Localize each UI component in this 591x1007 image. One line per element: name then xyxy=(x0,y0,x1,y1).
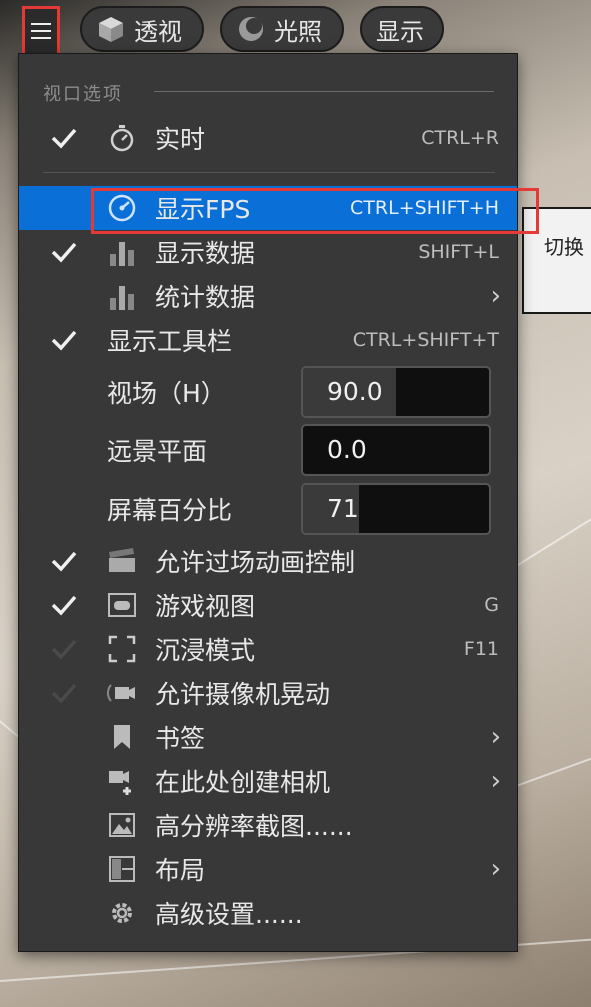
clapperboard-icon xyxy=(105,544,139,578)
menu-item-label: 高级设置...... xyxy=(155,900,303,929)
field-value: 90.0 xyxy=(327,377,383,406)
fov-input[interactable]: 90.0 xyxy=(301,366,491,418)
menu-item-label: 游戏视图 xyxy=(155,592,256,621)
field-label: 远景平面 xyxy=(107,437,208,466)
chevron-right-icon: › xyxy=(490,766,501,796)
cube-icon xyxy=(96,14,126,44)
shortcut-text: CTRL+SHIFT+T xyxy=(352,329,499,351)
menu-item-label: 显示数据 xyxy=(155,239,256,268)
field-row-screen-percentage: 屏幕百分比 71 xyxy=(19,483,517,535)
menu-item-high-res-screenshot[interactable]: 高分辨率截图...... xyxy=(19,803,517,847)
sphere-icon xyxy=(236,14,266,44)
shortcut-text: G xyxy=(484,594,499,616)
gamepad-icon xyxy=(105,588,139,622)
menu-item-label: 书签 xyxy=(155,724,206,753)
camera-shake-icon xyxy=(105,676,139,710)
bar-chart-icon xyxy=(105,279,139,313)
shortcut-text: F11 xyxy=(463,638,499,660)
image-icon xyxy=(105,808,139,842)
highlight-box xyxy=(91,188,539,234)
section-header: 视口选项 xyxy=(43,84,123,105)
section-divider xyxy=(154,91,494,92)
field-label: 屏幕百分比 xyxy=(107,496,233,525)
fullscreen-icon xyxy=(105,632,139,666)
menu-item-show-toolbar[interactable]: 显示工具栏 CTRL+SHIFT+T xyxy=(19,318,517,362)
add-camera-icon xyxy=(105,764,139,798)
lighting-button[interactable]: 光照 xyxy=(220,6,344,52)
tooltip-text: 切换 xyxy=(544,235,584,259)
viewport-options-menu-button[interactable] xyxy=(22,6,60,56)
check-icon xyxy=(47,544,81,578)
check-icon xyxy=(47,323,81,357)
menu-item-label: 沉浸模式 xyxy=(155,636,256,665)
layout-icon xyxy=(105,852,139,886)
hamburger-icon xyxy=(31,23,51,39)
menu-item-label: 允许过场动画控制 xyxy=(155,548,356,577)
menu-item-bookmarks[interactable]: 书签 › xyxy=(19,715,517,759)
viewport-toolbar: 透视 光照 显示 xyxy=(0,0,591,56)
show-label: 显示 xyxy=(376,17,424,46)
field-value: 71 xyxy=(327,494,359,523)
menu-item-label: 显示工具栏 xyxy=(107,327,233,356)
menu-item-advanced-settings[interactable]: 高级设置...... xyxy=(19,891,517,935)
menu-item-label: 高分辨率截图...... xyxy=(155,812,353,841)
chevron-right-icon: › xyxy=(490,281,501,311)
menu-item-label: 统计数据 xyxy=(155,283,256,312)
check-icon xyxy=(47,588,81,622)
divider xyxy=(43,172,495,173)
check-icon xyxy=(47,235,81,269)
menu-item-cinematic-control[interactable]: 允许过场动画控制 xyxy=(19,539,517,583)
menu-item-label: 布局 xyxy=(155,856,206,885)
bar-chart-icon xyxy=(105,235,139,269)
menu-item-camera-shake[interactable]: 允许摄像机晃动 xyxy=(19,671,517,715)
field-value: 0.0 xyxy=(327,435,367,464)
menu-item-immersive-mode[interactable]: 沉浸模式 F11 xyxy=(19,627,517,671)
perspective-label: 透视 xyxy=(134,17,182,46)
menu-item-realtime[interactable]: 实时 CTRL+R xyxy=(19,116,517,160)
stopwatch-icon xyxy=(105,121,139,155)
perspective-button[interactable]: 透视 xyxy=(80,6,204,52)
show-button[interactable]: 显示 xyxy=(360,6,444,52)
chevron-right-icon: › xyxy=(490,722,501,752)
shortcut-text: CTRL+R xyxy=(421,127,499,149)
check-icon xyxy=(47,121,81,155)
gear-icon xyxy=(105,896,139,930)
screen-percentage-input[interactable]: 71 xyxy=(301,483,491,535)
menu-item-create-camera[interactable]: 在此处创建相机 › xyxy=(19,759,517,803)
shortcut-text: SHIFT+L xyxy=(418,241,499,263)
far-plane-input[interactable]: 0.0 xyxy=(301,424,491,476)
lighting-label: 光照 xyxy=(274,17,322,46)
field-label: 视场（H） xyxy=(107,379,226,408)
menu-item-label: 在此处创建相机 xyxy=(155,768,331,797)
check-icon-faded xyxy=(47,676,81,710)
menu-item-statistics[interactable]: 统计数据 › xyxy=(19,274,517,318)
menu-item-layout[interactable]: 布局 › xyxy=(19,847,517,891)
check-icon-faded xyxy=(47,632,81,666)
bookmark-icon xyxy=(105,720,139,754)
menu-item-label: 允许摄像机晃动 xyxy=(155,680,331,709)
menu-item-label: 实时 xyxy=(155,125,206,154)
menu-item-show-stats[interactable]: 显示数据 SHIFT+L xyxy=(19,230,517,274)
menu-item-game-view[interactable]: 游戏视图 G xyxy=(19,583,517,627)
field-row-fov: 视场（H） 90.0 xyxy=(19,366,517,418)
field-row-far-plane: 远景平面 0.0 xyxy=(19,424,517,476)
chevron-right-icon: › xyxy=(490,854,501,884)
